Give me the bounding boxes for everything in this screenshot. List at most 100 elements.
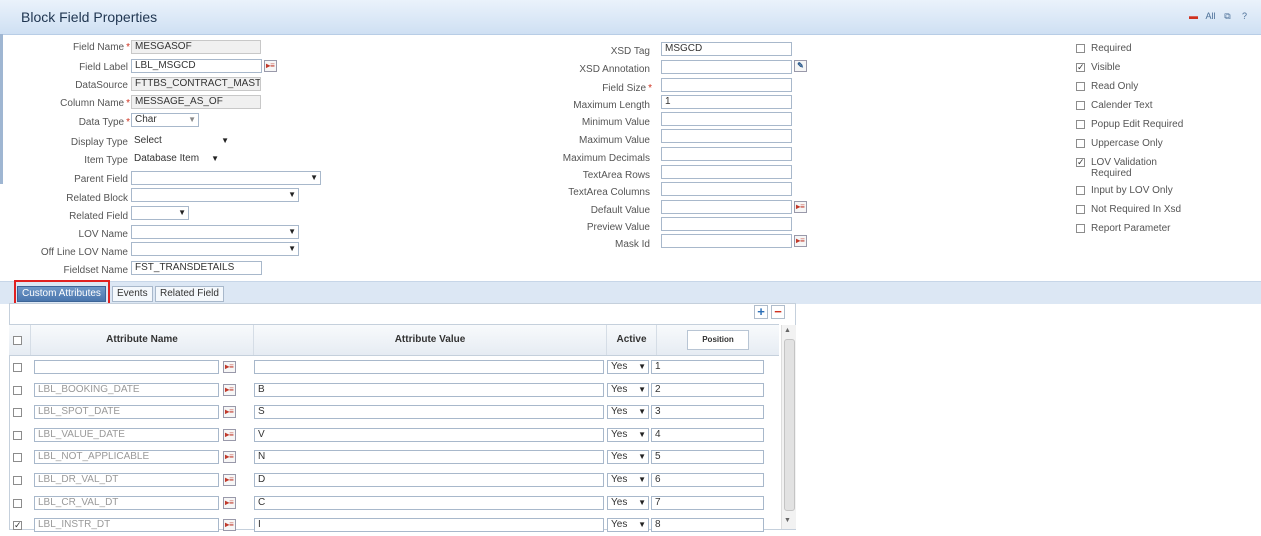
checkbox[interactable] — [1076, 139, 1085, 148]
attribute-value-input[interactable]: N — [254, 450, 604, 465]
mask-id-lov-icon[interactable]: ▸≡ — [794, 235, 807, 247]
tab-related-field[interactable]: Related Field — [155, 286, 224, 302]
attribute-name-input[interactable]: LBL_BOOKING_DATE — [34, 382, 219, 397]
attribute-name-lov-icon[interactable]: ▸≡ — [223, 451, 236, 464]
field-label-input[interactable]: LBL_MSGCD — [131, 59, 262, 73]
maximum-value-input[interactable] — [661, 129, 792, 143]
help-icon[interactable]: ? — [1238, 10, 1251, 23]
active-select[interactable]: Yes ▼ — [607, 495, 649, 510]
attribute-name-input[interactable]: LBL_INSTR_DT — [34, 518, 219, 533]
active-select[interactable]: Yes ▼ — [607, 473, 649, 487]
checkbox[interactable] — [1076, 82, 1085, 91]
position-input[interactable]: 6 — [651, 473, 764, 487]
default-value-lov-icon[interactable]: ▸≡ — [794, 201, 807, 213]
minimum-value-input[interactable] — [661, 112, 792, 126]
row-checkbox[interactable] — [13, 363, 22, 372]
attribute-name-lov-icon[interactable]: ▸≡ — [223, 496, 236, 509]
maximum-length-input[interactable]: 1 — [661, 95, 792, 109]
field-label-lov-icon[interactable]: ▸≡ — [264, 60, 277, 72]
minimize-icon[interactable]: ▬ — [1187, 10, 1200, 23]
xsd-annotation-input[interactable] — [661, 60, 792, 74]
active-select[interactable]: Yes ▼ — [607, 450, 649, 465]
fieldset-name-input[interactable]: FST_TRANSDETAILS — [131, 261, 262, 275]
position-input[interactable]: 5 — [651, 450, 764, 465]
parent-field-select[interactable]: ▼ — [131, 171, 321, 185]
checkbox-uppercase-only[interactable]: Uppercase Only — [1076, 138, 1201, 149]
checkbox-report-parameter[interactable]: Report Parameter — [1076, 223, 1201, 234]
position-input[interactable]: 4 — [651, 427, 764, 442]
datasource-input[interactable]: FTTBS_CONTRACT_MASTE — [131, 77, 261, 91]
offline-lov-name-select[interactable]: ▼ — [131, 242, 299, 256]
row-checkbox[interactable]: ✓ — [13, 521, 22, 531]
attribute-value-input[interactable]: B — [254, 382, 604, 397]
checkbox[interactable] — [1076, 120, 1085, 129]
attribute-name-lov-icon[interactable]: ▸≡ — [223, 361, 236, 373]
default-value-input[interactable] — [661, 200, 792, 214]
restore-icon[interactable]: ⧉ — [1221, 10, 1234, 23]
attribute-name-input[interactable]: LBL_CR_VAL_DT — [34, 495, 219, 510]
select-all-checkbox[interactable] — [13, 336, 22, 345]
checkbox-read-only[interactable]: Read Only — [1076, 81, 1201, 92]
attribute-value-input[interactable]: I — [254, 518, 604, 533]
active-select[interactable]: Yes ▼ — [607, 518, 649, 533]
position-input[interactable]: 1 — [651, 360, 764, 374]
header-position[interactable]: Position — [687, 330, 749, 350]
header-active[interactable]: Active — [607, 325, 657, 355]
checkbox-required[interactable]: Required — [1076, 43, 1201, 54]
position-input[interactable]: 7 — [651, 495, 764, 510]
attribute-name-lov-icon[interactable]: ▸≡ — [223, 406, 236, 419]
tab-events[interactable]: Events — [112, 286, 153, 302]
position-input[interactable]: 3 — [651, 405, 764, 420]
column-name-input[interactable]: MESSAGE_AS_OF — [131, 95, 261, 109]
active-select[interactable]: Yes ▼ — [607, 405, 649, 420]
attribute-value-input[interactable]: S — [254, 405, 604, 420]
xsd-tag-input[interactable]: MSGCD — [661, 42, 792, 56]
attribute-name-input[interactable] — [34, 360, 219, 374]
attribute-name-input[interactable]: LBL_NOT_APPLICABLE — [34, 450, 219, 465]
field-size-input[interactable] — [661, 78, 792, 92]
item-type-select[interactable]: Database Item ▼ — [131, 152, 221, 166]
textarea-columns-input[interactable] — [661, 182, 792, 196]
checkbox[interactable] — [1076, 224, 1085, 233]
checkbox[interactable] — [1076, 101, 1085, 110]
grid-scrollbar[interactable]: ▲ ▼ — [781, 325, 796, 529]
attribute-value-input[interactable] — [254, 360, 604, 374]
checkbox[interactable]: ✓ — [1076, 158, 1085, 167]
scroll-down-icon[interactable]: ▼ — [784, 517, 791, 524]
field-name-input[interactable]: MESGASOF — [131, 40, 261, 54]
all-icon[interactable]: All — [1204, 10, 1217, 23]
preview-value-input[interactable] — [661, 217, 792, 231]
maximum-decimals-input[interactable] — [661, 147, 792, 161]
checkbox[interactable] — [1076, 44, 1085, 53]
checkbox-not-required-in-xsd[interactable]: Not Required In Xsd — [1076, 204, 1201, 215]
row-checkbox[interactable] — [13, 385, 22, 395]
add-row-button[interactable]: + — [754, 305, 768, 319]
edit-icon[interactable]: ✎ — [794, 60, 807, 72]
header-attribute-value[interactable]: Attribute Value — [254, 325, 607, 355]
checkbox-calender-text[interactable]: Calender Text — [1076, 100, 1201, 111]
attribute-name-input[interactable]: LBL_DR_VAL_DT — [34, 473, 219, 487]
checkbox-popup-edit-required[interactable]: Popup Edit Required — [1076, 119, 1201, 130]
mask-id-input[interactable] — [661, 234, 792, 248]
checkbox[interactable]: ✓ — [1076, 63, 1085, 72]
header-attribute-name[interactable]: Attribute Name — [31, 325, 254, 355]
scroll-thumb[interactable] — [784, 339, 795, 511]
row-checkbox[interactable] — [13, 476, 22, 485]
data-type-select[interactable]: Char ▼ — [131, 113, 199, 127]
textarea-rows-input[interactable] — [661, 165, 792, 179]
position-input[interactable]: 8 — [651, 518, 764, 533]
active-select[interactable]: Yes ▼ — [607, 382, 649, 397]
active-select[interactable]: Yes ▼ — [607, 360, 649, 374]
position-input[interactable]: 2 — [651, 382, 764, 397]
row-checkbox[interactable] — [13, 453, 22, 463]
related-field-select[interactable]: ▼ — [131, 206, 189, 220]
related-block-select[interactable]: ▼ — [131, 188, 299, 202]
attribute-value-input[interactable]: C — [254, 495, 604, 510]
attribute-name-lov-icon[interactable]: ▸≡ — [223, 519, 236, 532]
checkbox-lov-validation-required[interactable]: ✓ LOV Validation Required — [1076, 157, 1171, 179]
attribute-name-input[interactable]: LBL_VALUE_DATE — [34, 427, 219, 442]
attribute-name-input[interactable]: LBL_SPOT_DATE — [34, 405, 219, 420]
checkbox-visible[interactable]: ✓ Visible — [1076, 62, 1201, 73]
remove-row-button[interactable]: − — [771, 305, 785, 319]
scroll-up-icon[interactable]: ▲ — [784, 327, 791, 334]
